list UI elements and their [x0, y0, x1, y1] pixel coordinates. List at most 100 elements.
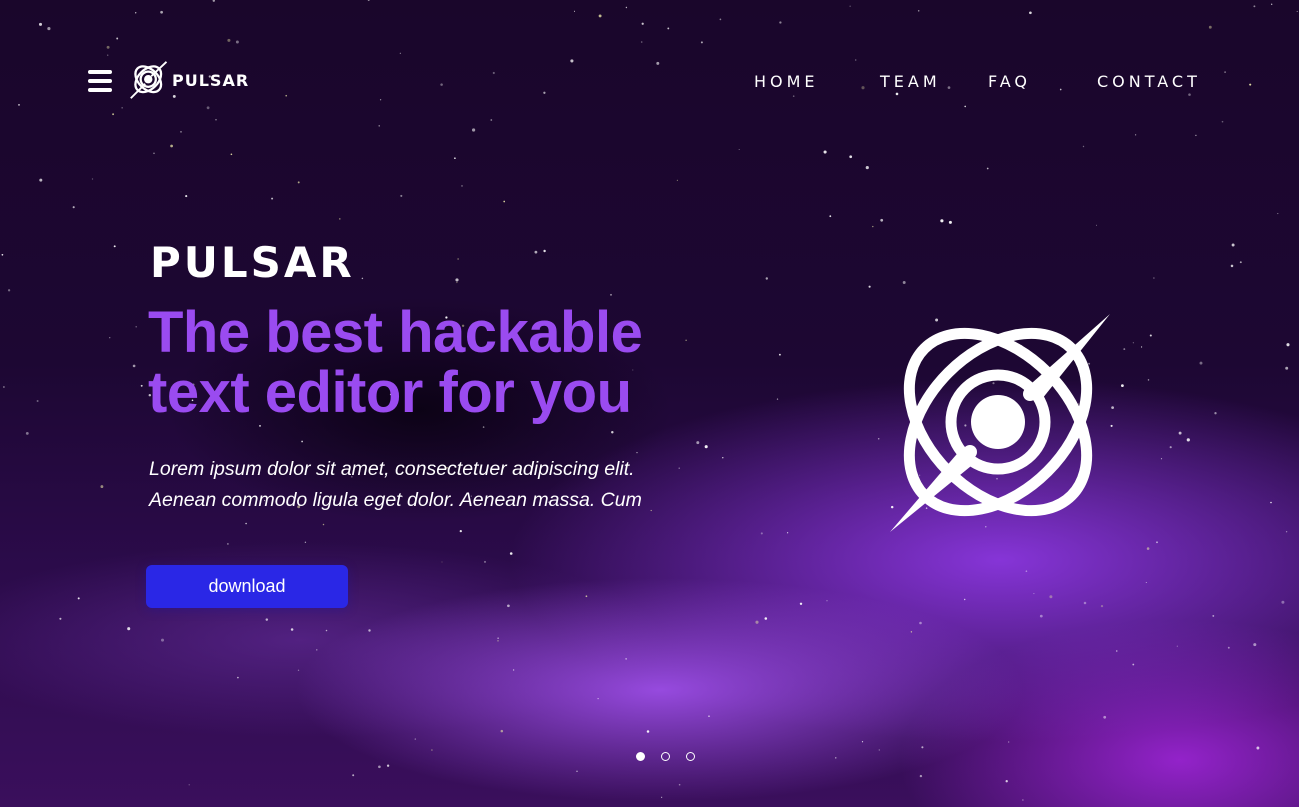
star [500, 729, 504, 733]
star [872, 225, 874, 228]
star [1022, 799, 1024, 801]
star [1039, 614, 1043, 618]
star [829, 215, 832, 218]
star [1212, 614, 1215, 617]
carousel-dot-3[interactable] [686, 752, 695, 761]
star [368, 629, 371, 632]
star [1195, 134, 1197, 137]
star [386, 764, 390, 767]
star [826, 600, 828, 602]
star [100, 485, 104, 489]
hero-description-line-1: Lorem ipsum dolor sit amet, consectetuer… [149, 458, 635, 480]
star [1008, 741, 1010, 743]
star [461, 185, 463, 187]
nav-contact[interactable]: CONTACT [1097, 72, 1201, 91]
star [755, 620, 759, 624]
star [459, 529, 462, 533]
star [585, 595, 588, 598]
star [512, 669, 515, 671]
star [880, 218, 884, 222]
star [484, 560, 486, 563]
star [1083, 601, 1087, 605]
star [414, 738, 417, 740]
star [1176, 645, 1178, 647]
star [1188, 93, 1191, 96]
star [1221, 120, 1224, 123]
star [361, 277, 364, 280]
star [160, 10, 163, 14]
star [497, 640, 499, 642]
star [641, 22, 644, 25]
star [25, 431, 29, 435]
star [188, 784, 190, 786]
star [921, 746, 924, 749]
star [1147, 379, 1150, 381]
star [1239, 261, 1242, 264]
star [230, 153, 233, 156]
star [36, 400, 39, 402]
star [472, 128, 476, 132]
star [696, 441, 700, 445]
star [297, 669, 300, 671]
star [895, 92, 899, 96]
download-button[interactable]: download [146, 565, 348, 608]
star [940, 219, 944, 223]
star [835, 757, 837, 759]
nav-home[interactable]: HOME [754, 72, 819, 91]
star [38, 22, 43, 26]
star [849, 155, 853, 159]
star [271, 197, 274, 200]
star [1178, 431, 1182, 435]
hero-description-line-2: Aenean commodo ligula eget dolor. Aenean… [149, 489, 642, 511]
star [72, 206, 75, 209]
star [1149, 334, 1152, 337]
star [59, 617, 62, 620]
star [597, 697, 599, 700]
nav-faq[interactable]: FAQ [988, 72, 1031, 91]
star [878, 749, 880, 751]
star [738, 148, 740, 151]
star [441, 561, 443, 563]
star [919, 774, 923, 778]
carousel-indicators [636, 752, 711, 761]
carousel-dot-1[interactable] [636, 752, 645, 761]
star [259, 425, 261, 427]
carousel-dot-2[interactable] [661, 752, 670, 761]
star [1208, 25, 1212, 29]
star [325, 629, 328, 632]
star [180, 131, 182, 133]
star [339, 218, 341, 220]
star [1253, 643, 1257, 647]
star [378, 765, 381, 769]
star [106, 45, 110, 49]
star [1082, 145, 1085, 148]
star [704, 445, 708, 449]
star [378, 125, 380, 127]
star [1145, 581, 1147, 584]
star [598, 14, 602, 18]
star [39, 178, 43, 182]
hero-brand-title: PULSAR [150, 238, 355, 287]
star [290, 628, 294, 631]
star [722, 457, 724, 459]
star [868, 285, 871, 288]
star [799, 602, 803, 606]
star [7, 289, 11, 292]
star [1029, 11, 1032, 15]
star [47, 27, 51, 31]
star [676, 179, 679, 182]
star [1132, 342, 1134, 344]
star [235, 40, 239, 44]
star [849, 5, 851, 7]
star [18, 104, 20, 106]
star [1049, 595, 1053, 599]
star [678, 467, 680, 469]
star [765, 277, 768, 280]
star [1116, 650, 1118, 652]
star [1285, 531, 1288, 533]
nav-team[interactable]: TEAM [880, 72, 941, 91]
star [113, 245, 116, 248]
hero-description: Lorem ipsum dolor sit amet, consectetuer… [149, 454, 669, 516]
star [455, 278, 459, 282]
star [1160, 458, 1163, 460]
